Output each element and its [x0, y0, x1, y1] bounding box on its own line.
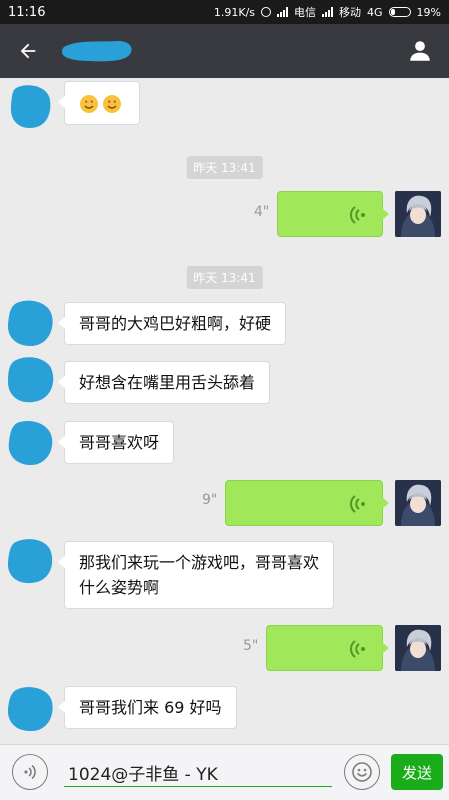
network-speed: 1.91K/s — [213, 5, 256, 19]
message-bubble-text[interactable]: 哥哥的大鸡巴好粗啊，好硬 — [57, 302, 287, 345]
my-avatar[interactable] — [395, 480, 441, 526]
contact-profile-button[interactable] — [403, 34, 437, 68]
message-line: 什么姿势啊 — [79, 578, 160, 597]
chat-title-bar — [0, 24, 449, 78]
message-bubble-emoji[interactable] — [58, 81, 140, 125]
carrier-2: 移动 — [339, 6, 362, 19]
anime-avatar-image — [395, 191, 441, 237]
contact-avatar[interactable] — [5, 298, 57, 350]
my-avatar[interactable] — [395, 625, 441, 671]
carrier-1: 电信 — [294, 6, 317, 19]
voice-duration: 5" — [243, 638, 259, 654]
message-input[interactable] — [64, 759, 332, 787]
heart-eyes-emoji-icon — [103, 94, 121, 113]
back-button[interactable] — [10, 33, 46, 69]
battery-level: 19% — [416, 5, 441, 19]
alarm-icon — [261, 7, 272, 17]
message-list[interactable]: 昨天 13:41 4" 昨天 13:41 哥哥的大鸡巴好粗啊，好硬 好想含在嘴里… — [0, 78, 449, 744]
signal-icon — [277, 7, 289, 17]
status-time: 11:16 — [8, 4, 46, 20]
chat-input-bar: 发送 — [0, 744, 449, 800]
voice-input-icon — [24, 764, 36, 780]
heart-eyes-emoji-icon — [80, 94, 98, 113]
user-icon — [410, 41, 430, 61]
anime-avatar-image — [395, 480, 441, 526]
voice-duration: 4" — [254, 204, 270, 220]
message-line: 那我们来玩一个游戏吧，哥哥喜欢 — [79, 553, 320, 572]
status-bar: 11:16 1.91K/s 电信 移动 4G 19% — [0, 0, 449, 24]
voice-message-bubble[interactable] — [277, 191, 389, 237]
redacted-contact-name — [62, 41, 132, 62]
voice-wave-icon — [350, 640, 365, 658]
message-bubble-text[interactable]: 哥哥我们来 69 好吗 — [58, 686, 237, 729]
back-arrow-icon — [20, 43, 36, 59]
contact-avatar[interactable] — [5, 536, 57, 588]
contact-avatar[interactable] — [8, 84, 54, 130]
message-bubble-text[interactable]: 好想含在嘴里用舌头舔着 — [57, 361, 271, 404]
voice-wave-icon — [350, 495, 365, 513]
voice-wave-icon — [350, 206, 365, 224]
voice-message-bubble[interactable] — [266, 625, 389, 671]
emoji-button[interactable] — [344, 754, 380, 790]
contact-avatar[interactable] — [5, 354, 57, 406]
my-avatar[interactable] — [395, 191, 441, 237]
voice-duration: 9" — [202, 492, 218, 508]
signal-icon-2 — [322, 7, 334, 17]
send-button[interactable]: 发送 — [391, 754, 443, 790]
voice-input-toggle[interactable] — [12, 754, 48, 790]
smiley-icon — [352, 762, 372, 782]
battery-icon — [388, 7, 411, 17]
voice-message-bubble[interactable] — [225, 480, 389, 526]
contact-avatar[interactable] — [5, 684, 57, 736]
anime-avatar-image — [395, 625, 441, 671]
message-bubble-text[interactable]: 那我们来玩一个游戏吧，哥哥喜欢 什么姿势啊 — [57, 541, 335, 609]
network-type: 4G — [367, 5, 383, 19]
message-bubble-text[interactable]: 哥哥喜欢呀 — [57, 421, 175, 464]
contact-avatar[interactable] — [5, 418, 57, 470]
timestamp: 昨天 13:41 — [186, 266, 263, 289]
timestamp: 昨天 13:41 — [186, 156, 263, 179]
